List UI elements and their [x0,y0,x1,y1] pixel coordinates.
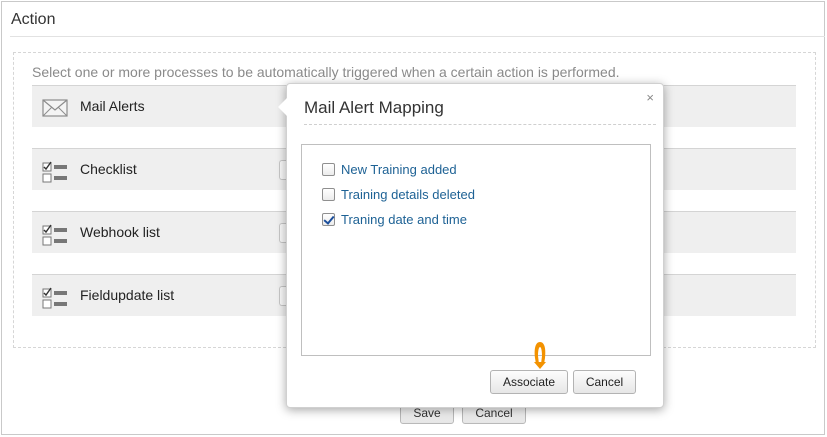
mail-alert-mapping-dialog: Mail Alert Mapping × New Training added … [278,83,664,408]
dialog-cancel-button[interactable]: Cancel [573,370,636,394]
checkbox-checked[interactable] [322,212,335,226]
row-label-webhook-list: Webhook list [80,224,160,240]
checklist-icon [42,287,68,309]
associate-button[interactable]: Associate [490,370,568,394]
checkbox[interactable] [322,162,335,176]
dialog-divider [304,124,656,125]
dialog-title: Mail Alert Mapping [304,98,444,117]
option-label[interactable]: Traning date and time [341,212,467,227]
row-label-fieldupdate-list: Fieldupdate list [80,287,175,303]
row-label-checklist: Checklist [80,161,137,177]
checklist-icon [42,224,68,246]
pointer-arrow-icon [530,340,550,370]
option-label[interactable]: New Training added [341,162,457,177]
close-icon[interactable]: × [646,91,654,104]
option-traning-date-and-time[interactable]: Traning date and time [322,211,467,227]
option-training-details-deleted[interactable]: Training details deleted [322,186,475,202]
envelope-icon [42,98,68,118]
option-new-training-added[interactable]: New Training added [322,161,457,177]
intro-text: Select one or more processes to be autom… [32,64,620,80]
option-label[interactable]: Training details deleted [341,187,475,202]
row-label-mail-alerts: Mail Alerts [80,98,145,114]
popover-arrow [278,98,287,116]
section-title: Action [11,11,56,28]
alert-options-list: New Training added Training details dele… [301,144,651,356]
checkbox[interactable] [322,187,335,201]
checklist-icon [42,161,68,183]
title-divider [10,36,825,37]
